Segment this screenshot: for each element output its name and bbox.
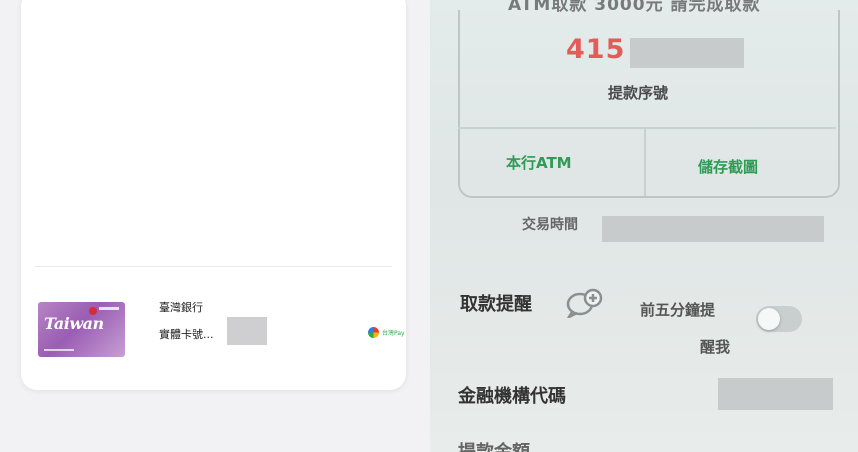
redacted-withdraw-code [630, 38, 744, 68]
card-number-label: 實體卡號... [159, 328, 214, 341]
reminder-option-line1: 前五分鐘提 [640, 301, 716, 319]
taiwan-pay-logo: 台灣Pay [368, 327, 405, 338]
right-panel-photo: ATM取款 3000元 請完成取款 415 提款序號 本行ATM 儲存截圖 交易… [430, 0, 858, 452]
card-strip [44, 349, 74, 351]
divider [35, 266, 392, 267]
sequence-label: 提款序號 [608, 84, 669, 102]
toggle-knob [758, 308, 780, 330]
card-brand-text: Taiwan [44, 314, 104, 333]
redacted-card-number [227, 317, 267, 345]
taiwan-pay-icon [368, 327, 379, 338]
divider [458, 127, 836, 129]
reminder-option-line2: 醒我 [700, 338, 731, 356]
amount-label: 提款金額 [458, 438, 530, 452]
taiwan-pay-text: 台灣Pay [382, 330, 405, 337]
redacted-institution-code [718, 378, 833, 410]
bank-name: 臺灣銀行 [159, 301, 203, 314]
divider [644, 127, 646, 196]
bank-logo-text [99, 307, 119, 310]
chat-bubble-icon[interactable] [564, 288, 604, 318]
reminder-toggle[interactable] [756, 306, 802, 332]
bank-atm-button[interactable]: 本行ATM [506, 152, 572, 173]
left-panel: Taiwan 臺灣銀行 實體卡號... 台灣Pay [0, 0, 430, 452]
withdraw-code: 415 [566, 34, 626, 65]
institution-code-label: 金融機構代碼 [458, 386, 566, 407]
redacted-transaction-time [602, 216, 824, 242]
transaction-time-label: 交易時間 [522, 217, 578, 233]
save-screenshot-button[interactable]: 儲存截圖 [698, 156, 758, 177]
reminder-label: 取款提醒 [460, 294, 532, 315]
payment-card-panel: Taiwan 臺灣銀行 實體卡號... 台灣Pay [21, 0, 406, 390]
bank-card-image[interactable]: Taiwan [38, 302, 125, 357]
